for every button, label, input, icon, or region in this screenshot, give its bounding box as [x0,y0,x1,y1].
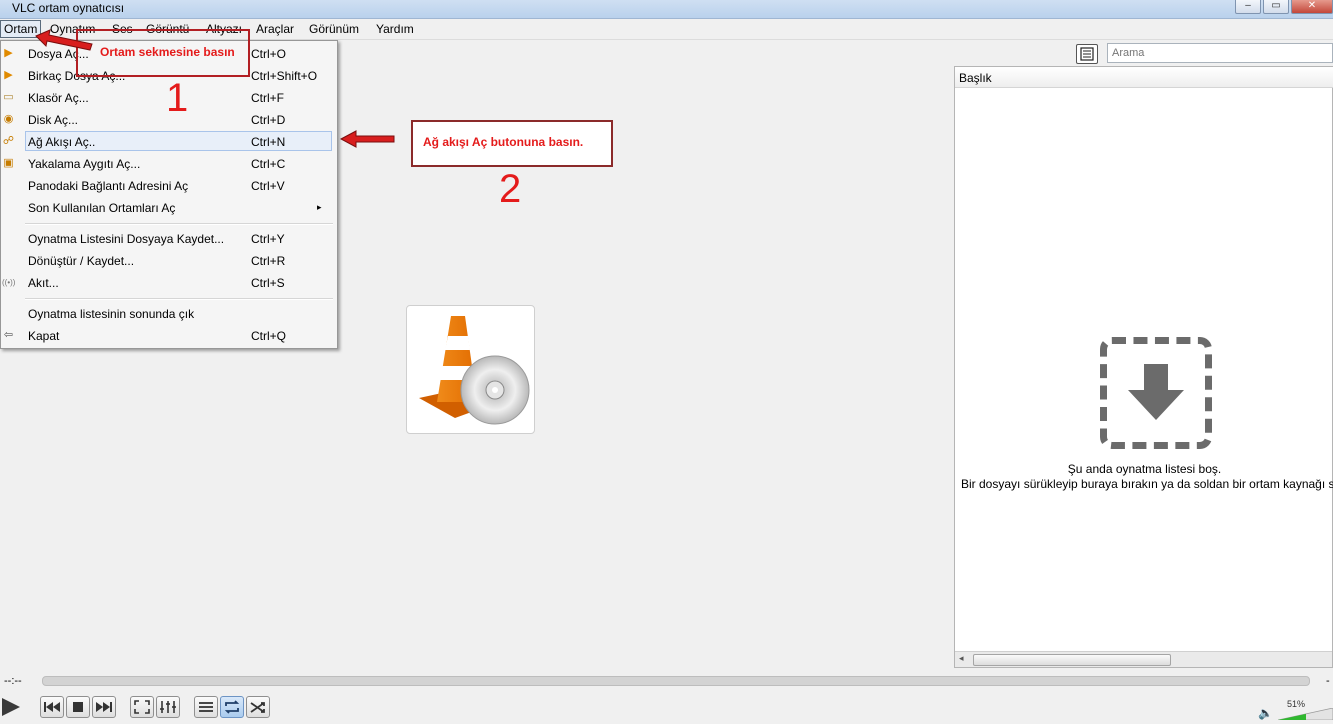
menu-separator [25,298,333,300]
playlist-view-button[interactable] [1076,44,1098,64]
annotation-arrow-icon [340,130,395,148]
playlist-icon [199,702,213,712]
menu-item-open-clipboard-url[interactable]: Panodaki Bağlantı Adresini Aç Ctrl+V [1,176,335,196]
menu-view[interactable]: Görünüm [309,22,359,36]
menu-item-save-playlist[interactable]: Oynatma Listesini Dosyaya Kaydet... Ctrl… [1,229,335,249]
menu-item-open-network[interactable]: Ağ Akışı Aç.. Ctrl+N [25,131,332,151]
playlist-panel: Başlık Şu anda oynatma listesi boş. Bir … [954,66,1333,668]
close-button[interactable]: ✕ [1291,0,1333,14]
time-elapsed: --:-- [4,675,22,687]
fullscreen-icon [134,700,150,714]
speaker-icon[interactable]: 🔈 [1258,706,1273,720]
annotation-number-step1: 1 [166,76,189,120]
playlist-search-input[interactable] [1107,43,1333,63]
next-icon [96,702,112,712]
volume-slider[interactable] [1278,708,1333,720]
fullscreen-button[interactable] [130,696,154,718]
menu-item-stream[interactable]: ((•)) Akıt... Ctrl+S [1,273,335,293]
list-icon [1080,47,1094,61]
title-bar: VLC ortam oynatıcısı – ▭ ✕ [0,0,1333,19]
extended-settings-button[interactable] [156,696,180,718]
shuffle-icon [250,702,265,713]
minimize-button[interactable]: – [1235,0,1261,14]
stop-button[interactable] [66,696,90,718]
empty-playlist-hint: Bir dosyayı sürükleyip buraya bırakın ya… [961,477,1333,491]
exit-icon: ⇦ [3,329,14,341]
file-icon: ▶ [4,47,13,59]
vlc-logo [406,305,535,434]
annotation-number-step2: 2 [499,167,522,211]
menu-item-quit-at-end[interactable]: Oynatma listesinin sonunda çık [1,304,335,324]
files-icon: ▶ [4,69,13,81]
menu-separator [25,223,333,225]
scroll-left-icon[interactable]: ◂ [959,653,964,664]
column-title: Başlık [959,71,992,85]
playlist-toggle-button[interactable] [194,696,218,718]
previous-button[interactable] [40,696,64,718]
disc-icon: ◉ [3,113,14,125]
menu-tools[interactable]: Araçlar [256,22,294,36]
scrollbar-thumb[interactable] [973,654,1171,666]
loop-icon [224,700,240,714]
menu-item-recent-media[interactable]: Son Kullanılan Ortamları Aç ▸ [1,198,335,218]
previous-icon [44,702,60,712]
maximize-button[interactable]: ▭ [1263,0,1289,14]
loop-button[interactable] [220,696,244,718]
playlist-column-header[interactable]: Başlık [955,67,1333,88]
menu-help[interactable]: Yardım [376,22,414,36]
shuffle-button[interactable] [246,696,270,718]
submenu-arrow-icon: ▸ [317,202,322,212]
seek-slider[interactable] [42,676,1310,686]
window-controls: – ▭ ✕ [1235,0,1333,14]
stop-icon [73,702,83,712]
play-button[interactable] [0,694,22,720]
empty-playlist-message: Şu anda oynatma listesi boş. [1067,462,1222,476]
horizontal-scrollbar[interactable]: ◂ [955,651,1332,667]
vlc-cone-icon [419,316,530,425]
folder-icon: ▭ [3,91,14,103]
drop-zone-icon [1100,337,1212,449]
stream-icon: ((•)) [2,278,16,287]
equalizer-icon [160,701,176,713]
menu-item-open-capture[interactable]: ▣ Yakalama Aygıtı Aç... Ctrl+C [1,154,335,174]
menu-item-quit[interactable]: ⇦ Kapat Ctrl+Q [1,326,335,346]
download-arrow-icon [1128,364,1184,420]
window-title: VLC ortam oynatıcısı [12,1,125,15]
next-button[interactable] [92,696,116,718]
menu-item-convert-save[interactable]: Dönüştür / Kaydet... Ctrl+R [1,251,335,271]
annotation-arrow-icon [35,29,93,51]
time-total: - [1326,675,1330,687]
capture-icon: ▣ [3,157,14,169]
annotation-text-step2: Ağ akışı Aç butonuna basın. [423,135,584,149]
annotation-text-step1: Ortam sekmesine basın [100,45,235,59]
network-icon: ☍ [2,135,15,147]
